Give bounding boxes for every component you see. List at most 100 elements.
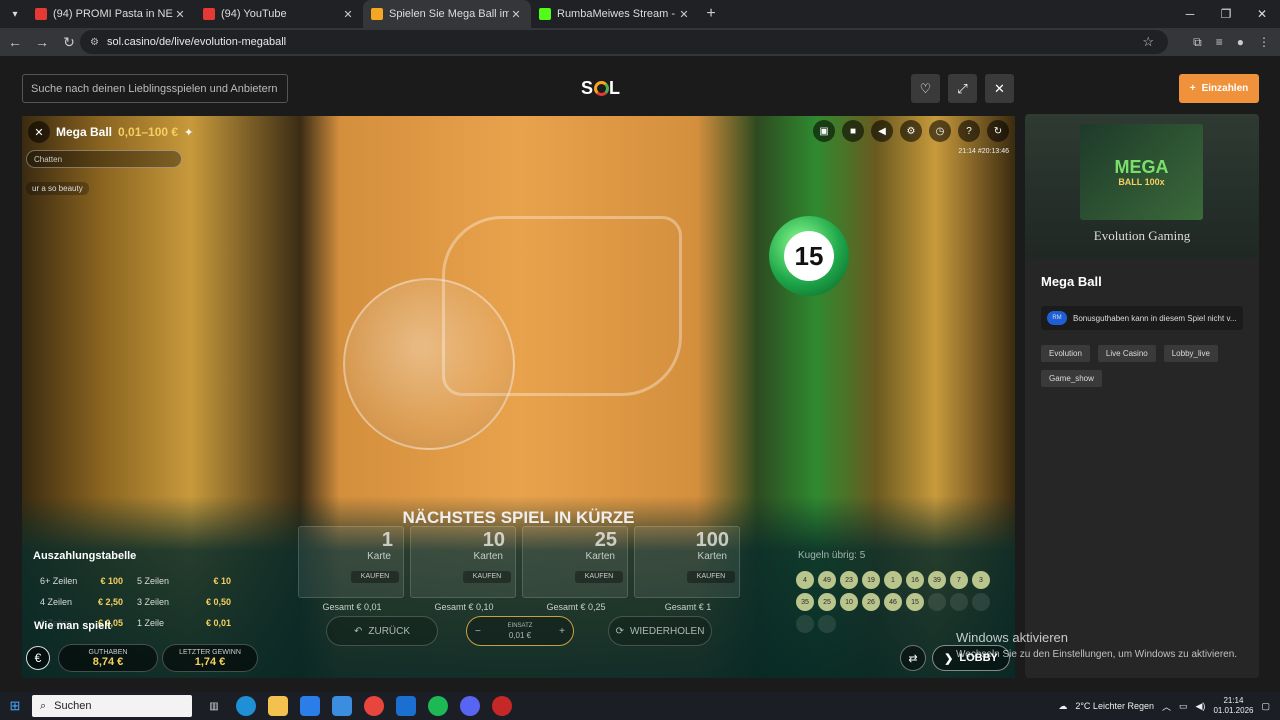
last-win-label: LETZTER GEWINN <box>179 648 241 656</box>
card-option[interactable]: 1 Karte KAUFEN Gesamt € 0,01 <box>298 526 404 612</box>
tag[interactable]: Lobby_live <box>1163 345 1218 362</box>
sol-logo[interactable]: SL <box>581 78 621 99</box>
store-icon[interactable] <box>332 696 352 716</box>
notifications-icon[interactable]: ▢ <box>1261 701 1270 712</box>
history-icon[interactable]: ◷ <box>929 120 951 142</box>
windows-activation-title: Windows aktivieren <box>956 630 1068 645</box>
browser-tab[interactable]: RumbaMeiwes Stream - Watch✕ <box>531 0 699 28</box>
balls-remaining: Kugeln übrig: 5 <box>798 550 866 561</box>
tab-title: (94) YouTube <box>221 8 287 20</box>
empty-ball-slot <box>818 615 836 633</box>
close-icon[interactable]: ✕ <box>28 121 50 143</box>
fullscreen-button[interactable]: ⤢ <box>948 74 977 103</box>
weather-text[interactable]: 2°C Leichter Regen <box>1075 701 1154 711</box>
settings-icon[interactable]: ⚙ <box>900 120 922 142</box>
browser-tab[interactable]: (94) YouTube ✕ <box>195 0 363 28</box>
paytable-value: € 10 <box>213 575 231 586</box>
minimize-icon[interactable]: ─ <box>1172 0 1208 28</box>
minus-icon[interactable]: − <box>475 626 481 637</box>
stake-selector[interactable]: − EINSATZ 0,01 € + <box>466 616 574 646</box>
how-to-play-link[interactable]: Wie man spielt <box>34 620 111 632</box>
close-tab-icon[interactable]: ✕ <box>509 8 523 21</box>
url-field[interactable]: ⚙ sol.casino/de/live/evolution-megaball ☆ <box>80 30 1168 54</box>
tag[interactable]: Live Casino <box>1097 345 1156 362</box>
paytable-label: 3 Zeilen <box>137 596 170 607</box>
card-count: 25 <box>594 529 617 551</box>
network-icon[interactable]: ▭ <box>1179 701 1188 712</box>
discord-icon[interactable] <box>460 696 480 716</box>
app-icon[interactable] <box>492 696 512 716</box>
switch-game-icon[interactable]: ⇄ <box>900 645 926 671</box>
extensions-icon[interactable]: ⧉ <box>1193 35 1202 50</box>
game-thumbnail[interactable]: MEGA BALL 100x <box>1080 124 1203 220</box>
currency-icon[interactable]: € <box>26 646 50 670</box>
drawn-ball: 23 <box>840 571 858 589</box>
buy-button[interactable]: KAUFEN <box>575 571 623 583</box>
reload-icon[interactable]: ↻ <box>57 34 81 51</box>
tag[interactable]: Game_show <box>1041 370 1102 387</box>
volume-icon[interactable]: ◀) <box>1196 701 1206 712</box>
forward-icon[interactable]: → <box>30 34 54 50</box>
windows-start-icon[interactable]: ⊞ <box>0 698 30 714</box>
new-tab-icon[interactable]: + <box>699 5 723 23</box>
restore-icon[interactable]: ❐ <box>1208 0 1244 28</box>
site-info-icon[interactable]: ⚙ <box>90 37 99 48</box>
close-icon: ✕ <box>994 80 1005 96</box>
thumb-text: MEGA <box>1114 157 1169 177</box>
close-tab-icon[interactable]: ✕ <box>677 8 691 21</box>
bookmark-star-icon[interactable]: ☆ <box>1142 34 1154 50</box>
spotify-icon[interactable] <box>428 696 448 716</box>
mail-icon[interactable] <box>300 696 320 716</box>
tab-search-icon[interactable]: ▾ <box>3 2 27 26</box>
clock[interactable]: 21:14 01.01.2026 <box>1213 696 1253 716</box>
card-option[interactable]: 25 Karten KAUFEN Gesamt € 0,25 <box>522 526 628 612</box>
windows-taskbar: ⊞ ⌕ Suchen ▥ ☁ 2°C Leichter Regen ︿ ▭ ◀) … <box>0 692 1280 720</box>
game-status: NÄCHSTES SPIEL IN KÜRZE <box>402 508 635 527</box>
plus-icon[interactable]: + <box>559 626 565 637</box>
card-total: Gesamt € 0,10 <box>434 602 494 612</box>
close-tab-icon[interactable]: ✕ <box>341 8 355 21</box>
game-stream[interactable]: 15 ✕ Mega Ball 0,01–100 € ✦ ▣ ■ ◀ ⚙ ◷ ? … <box>22 116 1015 678</box>
help-icon[interactable]: ? <box>958 120 980 142</box>
windows-activation-text: Wechseln Sie zu den Einstellungen, um Wi… <box>956 649 1238 660</box>
video-icon[interactable]: ■ <box>842 120 864 142</box>
back-icon[interactable]: ← <box>3 34 27 50</box>
sound-icon[interactable]: ◀ <box>871 120 893 142</box>
taskbar-search[interactable]: ⌕ Suchen <box>32 695 192 717</box>
repeat-button[interactable]: ⟳ WIEDERHOLEN <box>608 616 712 646</box>
close-game-button[interactable]: ✕ <box>985 74 1014 103</box>
close-tab-icon[interactable]: ✕ <box>173 8 187 21</box>
favorite-button[interactable]: ♡ <box>911 74 940 103</box>
chat-input[interactable]: Chatten <box>26 150 182 168</box>
media-icon[interactable]: ≡ <box>1216 35 1223 49</box>
task-view-icon[interactable]: ▥ <box>204 696 224 716</box>
card-option[interactable]: 100 Karten KAUFEN Gesamt € 1 <box>634 526 740 612</box>
card-option[interactable]: 10 Karten KAUFEN Gesamt € 0,10 <box>410 526 516 612</box>
weather-icon[interactable]: ☁ <box>1058 701 1067 712</box>
explorer-icon[interactable] <box>268 696 288 716</box>
deposit-button[interactable]: + Einzahlen <box>1179 74 1259 103</box>
buy-button[interactable]: KAUFEN <box>463 571 511 583</box>
browser-tab[interactable]: (94) PROMI Pasta in NEW YORK✕ <box>27 0 195 28</box>
edge-icon[interactable] <box>236 696 256 716</box>
menu-icon[interactable]: ⋮ <box>1258 35 1270 49</box>
undo-icon: ↶ <box>353 625 363 637</box>
back-label: ZURÜCK <box>368 625 411 637</box>
game-search-input[interactable]: Suche nach deinen Lieblingsspielen und A… <box>22 74 288 103</box>
tray-chevron-icon[interactable]: ︿ <box>1162 700 1171 713</box>
chrome-icon[interactable] <box>364 696 384 716</box>
empty-ball-slot <box>972 593 990 611</box>
back-button[interactable]: ↶ ZURÜCK <box>326 616 438 646</box>
sparkle-icon[interactable]: ✦ <box>184 126 193 139</box>
media-player-icon[interactable] <box>396 696 416 716</box>
drawn-ball: 16 <box>906 571 924 589</box>
profile-icon[interactable]: ● <box>1237 35 1244 49</box>
url-text: sol.casino/de/live/evolution-megaball <box>106 36 287 48</box>
refresh-icon[interactable]: ↻ <box>987 120 1009 142</box>
browser-tab-active[interactable]: Spielen Sie Mega Ball im Sol✕ <box>363 0 531 28</box>
chat-icon[interactable]: ▣ <box>813 120 835 142</box>
tag[interactable]: Evolution <box>1041 345 1090 362</box>
buy-button[interactable]: KAUFEN <box>687 571 735 583</box>
buy-button[interactable]: KAUFEN <box>351 571 399 583</box>
close-window-icon[interactable]: ✕ <box>1244 0 1280 28</box>
